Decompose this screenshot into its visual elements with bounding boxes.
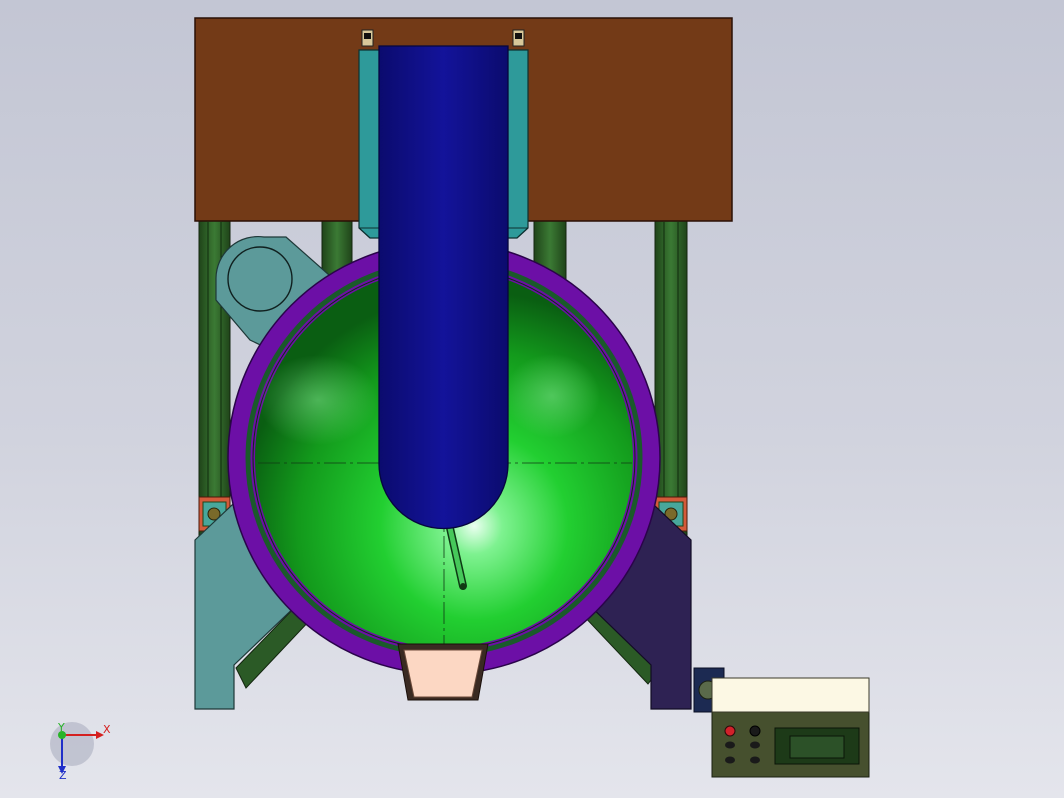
control-button-1[interactable] xyxy=(725,741,735,749)
control-box xyxy=(711,677,870,778)
x-axis-label: X xyxy=(103,723,111,736)
control-button-2[interactable] xyxy=(750,741,760,749)
stop-button[interactable] xyxy=(724,725,736,737)
control-button-4[interactable] xyxy=(750,756,760,764)
display-screen xyxy=(789,735,845,759)
y-axis-label: Y xyxy=(57,721,65,734)
triad-origin-shading xyxy=(50,722,94,766)
knob-button[interactable] xyxy=(749,725,761,737)
cad-viewport[interactable]: X Y Z xyxy=(0,0,1064,798)
z-axis-label: Z xyxy=(59,769,67,782)
mounting-bolt-right xyxy=(512,29,525,47)
motor-mount-hole xyxy=(227,246,293,312)
mixing-arm xyxy=(378,45,509,530)
control-box-lid xyxy=(711,677,870,713)
control-button-3[interactable] xyxy=(725,756,735,764)
coordinate-triad: X Y Z xyxy=(50,721,111,782)
mounting-bolt-left xyxy=(361,29,374,47)
discharge-spout xyxy=(397,643,489,701)
